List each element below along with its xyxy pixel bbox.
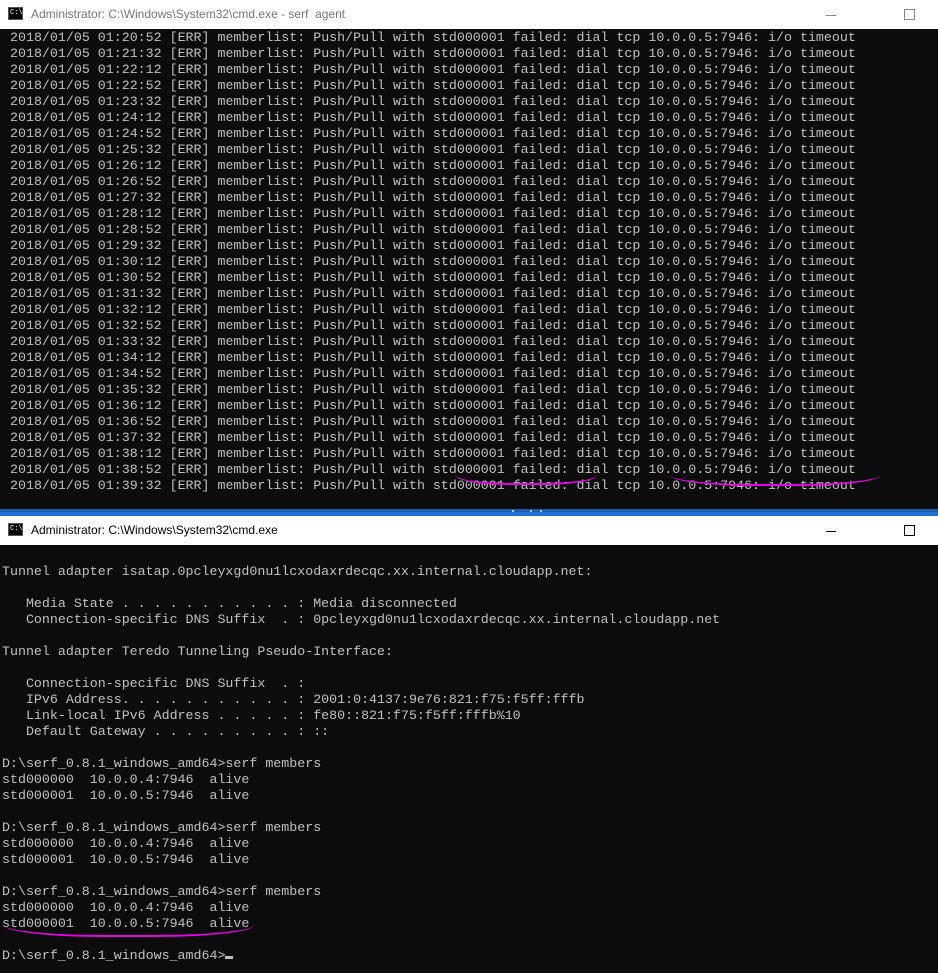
cmd-console-icon: C:\	[8, 7, 23, 20]
console-line: 2018/01/05 01:34:52 [ERR] memberlist: Pu…	[10, 366, 856, 381]
window-title: Administrator: C:\Windows\System32\cmd.e…	[31, 523, 278, 537]
title-bar[interactable]: C:\ Administrator: C:\Windows\System32\c…	[0, 516, 938, 545]
maximize-icon	[903, 9, 915, 20]
cmd-window-serf-agent[interactable]: C:\ Administrator: C:\Windows\System32\c…	[0, 0, 938, 512]
console-line: 2018/01/05 01:22:12 [ERR] memberlist: Pu…	[10, 62, 856, 77]
command-prompt: D:\serf_0.8.1_windows_amd64>	[2, 948, 226, 963]
maximize-icon	[903, 525, 915, 536]
title-bar[interactable]: C:\ Administrator: C:\Windows\System32\c…	[0, 0, 938, 29]
console-line: std000000 10.0.0.4:7946 alive	[2, 900, 250, 915]
console-line: D:\serf_0.8.1_windows_amd64>serf members	[2, 756, 322, 771]
prompt-line[interactable]: D:\serf_0.8.1_windows_amd64>	[2, 948, 234, 964]
cmd-window[interactable]: C:\ Administrator: C:\Windows\System32\c…	[0, 516, 938, 973]
console-line: Tunnel adapter isatap.0pcleyxgd0nu1lcxod…	[2, 564, 593, 579]
console-line: std000000 10.0.0.4:7946 alive	[2, 772, 250, 787]
console-output[interactable]: Tunnel adapter isatap.0pcleyxgd0nu1lcxod…	[0, 545, 938, 973]
console-line: Link-local IPv6 Address . . . . . : fe80…	[2, 708, 521, 723]
console-line: D:\serf_0.8.1_windows_amd64>serf members	[2, 820, 322, 835]
console-line: 2018/01/05 01:20:52 [ERR] memberlist: Pu…	[10, 30, 856, 45]
console-line: 2018/01/05 01:35:32 [ERR] memberlist: Pu…	[10, 382, 856, 397]
console-line: Media State . . . . . . . . . . . : Medi…	[2, 596, 457, 611]
console-line: std000000 10.0.0.4:7946 alive	[2, 836, 250, 851]
console-line: 2018/01/05 01:24:12 [ERR] memberlist: Pu…	[10, 110, 856, 125]
console-line: 2018/01/05 01:32:12 [ERR] memberlist: Pu…	[10, 302, 856, 317]
console-line: 2018/01/05 01:23:32 [ERR] memberlist: Pu…	[10, 94, 856, 109]
console-line: 2018/01/05 01:32:52 [ERR] memberlist: Pu…	[10, 318, 856, 333]
console-line: 2018/01/05 01:36:52 [ERR] memberlist: Pu…	[10, 414, 856, 429]
console-line: Tunnel adapter Teredo Tunneling Pseudo-I…	[2, 644, 393, 659]
console-line: 2018/01/05 01:33:32 [ERR] memberlist: Pu…	[10, 334, 856, 349]
minimize-icon	[826, 531, 836, 532]
console-line: 2018/01/05 01:21:32 [ERR] memberlist: Pu…	[10, 46, 856, 61]
cmd-console-icon: C:\	[8, 523, 23, 536]
console-line: 2018/01/05 01:25:32 [ERR] memberlist: Pu…	[10, 142, 856, 157]
maximize-button[interactable]	[886, 517, 932, 544]
console-line: Connection-specific DNS Suffix . : 0pcle…	[2, 612, 721, 627]
console-line: 2018/01/05 01:30:12 [ERR] memberlist: Pu…	[10, 254, 856, 269]
console-line: 2018/01/05 01:26:52 [ERR] memberlist: Pu…	[10, 174, 856, 189]
console-line: 2018/01/05 01:28:12 [ERR] memberlist: Pu…	[10, 206, 856, 221]
window-title: Administrator: C:\Windows\System32\cmd.e…	[31, 7, 346, 21]
console-line: 2018/01/05 01:24:52 [ERR] memberlist: Pu…	[10, 126, 856, 141]
command-output: Tunnel adapter isatap.0pcleyxgd0nu1lcxod…	[2, 564, 720, 948]
console-line: std000001 10.0.0.5:7946 alive	[2, 788, 250, 803]
console-line: 2018/01/05 01:31:32 [ERR] memberlist: Pu…	[10, 286, 856, 301]
minimize-button[interactable]	[808, 1, 854, 28]
console-line: 2018/01/05 01:34:12 [ERR] memberlist: Pu…	[10, 350, 856, 365]
text-cursor	[225, 956, 234, 959]
console-output[interactable]: 2018/01/05 01:20:52 [ERR] memberlist: Pu…	[0, 29, 938, 512]
console-line: std000001 10.0.0.5:7946 alive	[2, 852, 250, 867]
console-line: 2018/01/05 01:30:52 [ERR] memberlist: Pu…	[10, 270, 856, 285]
console-line: Default Gateway . . . . . . . . . : ::	[2, 724, 330, 739]
console-line: 2018/01/05 01:22:52 [ERR] memberlist: Pu…	[10, 78, 856, 93]
maximize-button[interactable]	[886, 1, 932, 28]
console-line: 2018/01/05 01:28:52 [ERR] memberlist: Pu…	[10, 222, 856, 237]
minimize-icon	[826, 15, 836, 16]
error-log: 2018/01/05 01:20:52 [ERR] memberlist: Pu…	[10, 30, 856, 494]
console-line: 2018/01/05 01:26:12 [ERR] memberlist: Pu…	[10, 158, 856, 173]
console-line: Connection-specific DNS Suffix . :	[2, 676, 306, 691]
console-line: 2018/01/05 01:38:12 [ERR] memberlist: Pu…	[10, 446, 856, 461]
console-line: 2018/01/05 01:29:32 [ERR] memberlist: Pu…	[10, 238, 856, 253]
minimize-button[interactable]	[808, 517, 854, 544]
console-line: 2018/01/05 01:37:32 [ERR] memberlist: Pu…	[10, 430, 856, 445]
console-line: 2018/01/05 01:36:12 [ERR] memberlist: Pu…	[10, 398, 856, 413]
console-line: D:\serf_0.8.1_windows_amd64>serf members	[2, 884, 322, 899]
console-line: 2018/01/05 01:27:32 [ERR] memberlist: Pu…	[10, 190, 856, 205]
console-line: IPv6 Address. . . . . . . . . . . : 2001…	[2, 692, 585, 707]
